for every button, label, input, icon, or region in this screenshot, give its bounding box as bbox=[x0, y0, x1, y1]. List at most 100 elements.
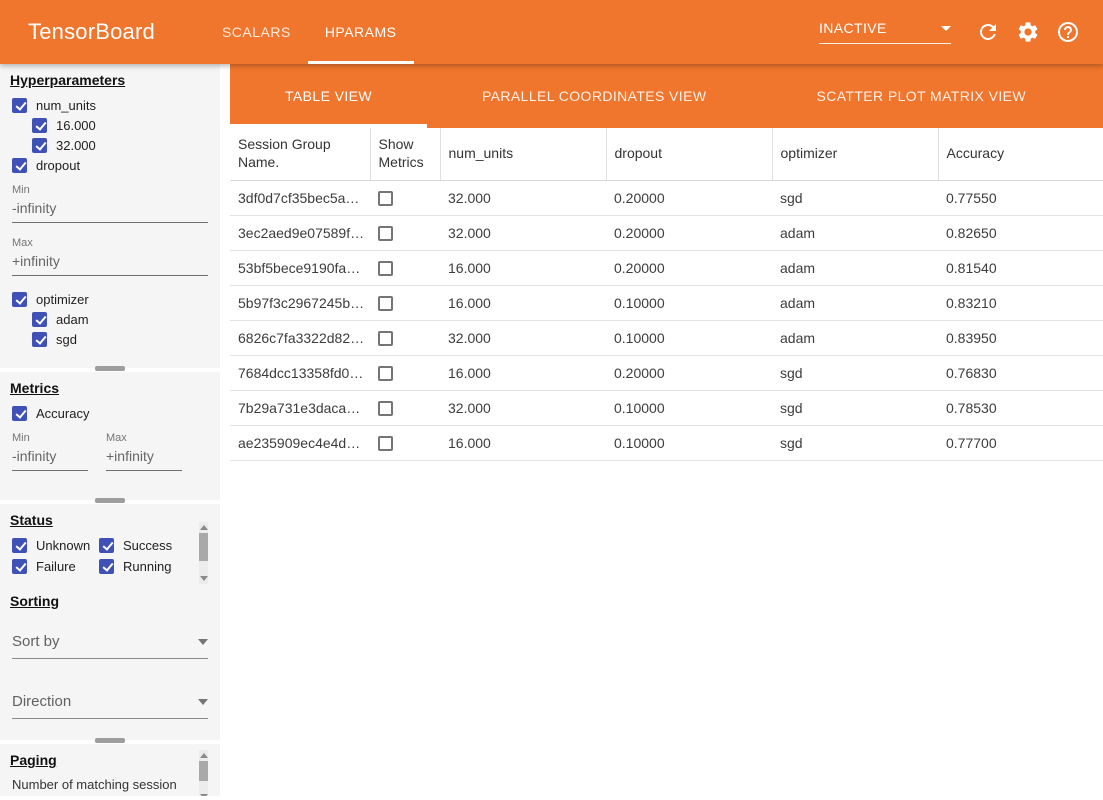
sort-by-select[interactable]: Sort by bbox=[12, 633, 208, 659]
optimizer-value: adam bbox=[772, 285, 938, 320]
sidebar: Hyperparameters num_units 16.000 32.000 … bbox=[0, 64, 220, 800]
checkbox-icon[interactable] bbox=[99, 559, 114, 574]
paging-scrollbar[interactable] bbox=[199, 750, 208, 796]
show-metrics-checkbox[interactable] bbox=[378, 226, 393, 241]
dropout-max-input[interactable] bbox=[12, 249, 208, 276]
metric-label: Accuracy bbox=[36, 406, 89, 421]
runs-status-selector[interactable]: INACTIVE bbox=[819, 20, 951, 44]
dropout-min-input[interactable] bbox=[12, 196, 208, 223]
status-label: Unknown bbox=[36, 538, 90, 553]
checkbox-icon[interactable] bbox=[12, 406, 27, 421]
table-row[interactable]: 53bf5bece9190fa… 16.000 0.20000 adam 0.8… bbox=[230, 250, 1103, 285]
checkbox-icon[interactable] bbox=[12, 158, 27, 173]
show-metrics-checkbox[interactable] bbox=[378, 191, 393, 206]
col-optimizer: optimizer bbox=[772, 128, 938, 180]
accuracy-min-input[interactable] bbox=[12, 444, 88, 471]
scrollbar-thumb[interactable] bbox=[199, 533, 208, 561]
direction-select[interactable]: Direction bbox=[12, 693, 208, 719]
tab-hparams[interactable]: HPARAMS bbox=[308, 0, 414, 64]
resize-handle[interactable] bbox=[95, 498, 125, 503]
settings-button[interactable] bbox=[1015, 19, 1041, 45]
help-icon bbox=[1056, 20, 1080, 44]
table-row[interactable]: 7684dcc13358fd0… 16.000 0.20000 sgd 0.76… bbox=[230, 355, 1103, 390]
show-metrics-checkbox[interactable] bbox=[378, 436, 393, 451]
num-units-value: 32.000 bbox=[440, 320, 606, 355]
refresh-button[interactable] bbox=[975, 19, 1001, 45]
table-row[interactable]: 5b97f3c2967245b… 16.000 0.10000 adam 0.8… bbox=[230, 285, 1103, 320]
tab-parallel-coordinates-view[interactable]: PARALLEL COORDINATES VIEW bbox=[427, 64, 761, 128]
hparam-optimizer-value-adam[interactable]: adam bbox=[0, 310, 220, 328]
scroll-up-icon[interactable] bbox=[200, 753, 208, 758]
optimizer-value: sgd bbox=[772, 390, 938, 425]
table-row[interactable]: 3ec2aed9e07589f… 32.000 0.20000 adam 0.8… bbox=[230, 215, 1103, 250]
scrollbar-thumb[interactable] bbox=[199, 761, 208, 781]
tab-scalars[interactable]: SCALARS bbox=[205, 0, 308, 64]
optimizer-value: adam bbox=[772, 250, 938, 285]
status-label: Success bbox=[123, 538, 172, 553]
dropout-value: 0.20000 bbox=[606, 250, 772, 285]
accuracy-max-input[interactable] bbox=[106, 444, 182, 471]
sorting-title: Sorting bbox=[10, 593, 220, 609]
scroll-down-icon[interactable] bbox=[200, 576, 208, 581]
show-metrics-checkbox[interactable] bbox=[378, 331, 393, 346]
checkbox-icon[interactable] bbox=[32, 118, 47, 133]
session-group-name: ae235909ec4e4d… bbox=[230, 425, 370, 460]
table-row[interactable]: 7b29a731e3daca… 32.000 0.10000 sgd 0.785… bbox=[230, 390, 1103, 425]
hparam-value-label: adam bbox=[56, 312, 89, 327]
header-controls: INACTIVE bbox=[819, 19, 1081, 45]
accuracy-value: 0.82650 bbox=[938, 215, 1103, 250]
tab-table-view[interactable]: TABLE VIEW bbox=[230, 64, 427, 128]
hparam-num-units-value-32[interactable]: 32.000 bbox=[0, 136, 220, 154]
hparam-dropout[interactable]: dropout bbox=[0, 156, 220, 174]
show-metrics-checkbox[interactable] bbox=[378, 261, 393, 276]
accuracy-value: 0.76830 bbox=[938, 355, 1103, 390]
dropout-max-field: Max bbox=[0, 237, 220, 276]
hparam-optimizer[interactable]: optimizer bbox=[0, 290, 220, 308]
min-label: Min bbox=[12, 432, 88, 444]
optimizer-value: sgd bbox=[772, 425, 938, 460]
hparam-num-units[interactable]: num_units bbox=[0, 96, 220, 114]
hparam-num-units-value-16[interactable]: 16.000 bbox=[0, 116, 220, 134]
checkbox-icon[interactable] bbox=[12, 559, 27, 574]
scroll-down-icon[interactable] bbox=[200, 794, 208, 796]
hparam-label: dropout bbox=[36, 158, 80, 173]
session-group-name: 7684dcc13358fd0… bbox=[230, 355, 370, 390]
status-unknown[interactable]: Unknown bbox=[0, 536, 87, 554]
show-metrics-cell bbox=[370, 285, 440, 320]
status-failure[interactable]: Failure bbox=[0, 557, 87, 575]
metric-accuracy[interactable]: Accuracy bbox=[0, 404, 220, 422]
accuracy-value: 0.77550 bbox=[938, 180, 1103, 215]
hparam-optimizer-value-sgd[interactable]: sgd bbox=[0, 330, 220, 348]
help-button[interactable] bbox=[1055, 19, 1081, 45]
resize-handle[interactable] bbox=[95, 738, 125, 743]
table-row[interactable]: ae235909ec4e4d… 16.000 0.10000 sgd 0.777… bbox=[230, 425, 1103, 460]
table-row[interactable]: 6826c7fa3322d82… 32.000 0.10000 adam 0.8… bbox=[230, 320, 1103, 355]
col-session-group-name: Session Group Name. bbox=[230, 128, 370, 180]
optimizer-value: adam bbox=[772, 320, 938, 355]
status-running[interactable]: Running bbox=[87, 557, 186, 575]
table-row[interactable]: 3df0d7cf35bec5a… 32.000 0.20000 sgd 0.77… bbox=[230, 180, 1103, 215]
checkbox-icon[interactable] bbox=[32, 312, 47, 327]
min-label: Min bbox=[12, 184, 220, 196]
checkbox-icon[interactable] bbox=[32, 138, 47, 153]
checkbox-icon[interactable] bbox=[32, 332, 47, 347]
checkbox-icon[interactable] bbox=[12, 538, 27, 553]
app-nav-tabs: SCALARS HPARAMS bbox=[205, 0, 414, 64]
num-units-value: 16.000 bbox=[440, 285, 606, 320]
status-success[interactable]: Success bbox=[87, 536, 186, 554]
table-header-row: Session Group Name. Show Metrics num_uni… bbox=[230, 128, 1103, 180]
tab-scatter-plot-matrix-view[interactable]: SCATTER PLOT MATRIX VIEW bbox=[761, 64, 1081, 128]
checkbox-icon[interactable] bbox=[12, 292, 27, 307]
metrics-title: Metrics bbox=[10, 380, 220, 396]
col-dropout: dropout bbox=[606, 128, 772, 180]
accuracy-value: 0.81540 bbox=[938, 250, 1103, 285]
show-metrics-checkbox[interactable] bbox=[378, 296, 393, 311]
checkbox-icon[interactable] bbox=[99, 538, 114, 553]
status-scrollbar[interactable] bbox=[199, 522, 208, 584]
checkbox-icon[interactable] bbox=[12, 98, 27, 113]
scroll-up-icon[interactable] bbox=[200, 525, 208, 530]
show-metrics-checkbox[interactable] bbox=[378, 401, 393, 416]
resize-handle[interactable] bbox=[95, 366, 125, 371]
col-num-units: num_units bbox=[440, 128, 606, 180]
show-metrics-checkbox[interactable] bbox=[378, 366, 393, 381]
